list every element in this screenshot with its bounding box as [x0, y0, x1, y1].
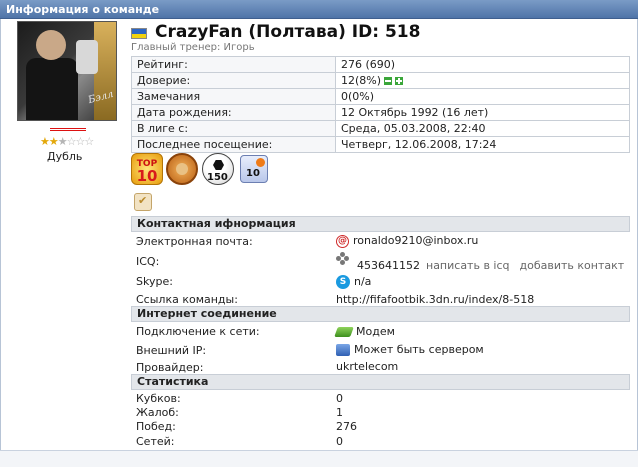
- at-sign-icon: @: [336, 234, 349, 248]
- icq-petal: [340, 260, 345, 265]
- info-value: Среда, 05.03.2008, 22:40: [335, 120, 630, 137]
- icq-value: 453641152: [357, 259, 420, 272]
- info-label: Замечания: [131, 88, 336, 105]
- stat-nets-label: Сетей:: [136, 435, 175, 448]
- icq-value-cell: [336, 252, 354, 266]
- skype-label: Skype:: [136, 275, 173, 288]
- info-row-remarks: Замечания 0(0%): [131, 88, 630, 105]
- info-row-last-visit: Последнее посещение: Четверг, 12.06.2008…: [131, 136, 630, 153]
- connection-label: Подключение к сети:: [136, 325, 260, 338]
- info-value-trust: 12(8%): [335, 72, 630, 89]
- info-value: 0(0%): [335, 88, 630, 105]
- team-info-table: Рейтинг: 276 (690) Доверие: 12(8%) Замеч…: [131, 56, 630, 153]
- skype-icon: S: [336, 275, 350, 289]
- external-ip-value-cell: Может быть сервером: [336, 343, 484, 356]
- connection-value-cell: Модем: [334, 325, 395, 338]
- rating-stars: ★★★☆☆☆: [40, 135, 94, 148]
- stat-nets-value: 0: [336, 435, 343, 448]
- star-icon-1: ★: [40, 135, 50, 148]
- external-ip-label: Внешний IP:: [136, 344, 207, 357]
- external-ip-value: Может быть сервером: [354, 343, 484, 356]
- info-value: 276 (690): [335, 56, 630, 73]
- info-row-trust: Доверие: 12(8%): [131, 72, 630, 89]
- photo-player-body: [26, 58, 78, 120]
- star-icon-2: ★: [48, 135, 59, 148]
- stat-cups-label: Кубков:: [136, 392, 181, 405]
- info-row-birthdate: Дата рождения: 12 Октябрь 1992 (16 лет): [131, 104, 630, 121]
- icq-add-link[interactable]: добавить контакт: [520, 259, 625, 272]
- coin-award-icon[interactable]: [166, 153, 198, 185]
- coin-award-center: [176, 163, 188, 175]
- computer-icon: [336, 344, 350, 356]
- star-icon-4: ☆: [66, 135, 77, 148]
- rank-label: Дубль: [47, 150, 83, 163]
- football-award-icon[interactable]: 150: [202, 153, 234, 185]
- info-label: Дата рождения:: [131, 104, 336, 121]
- top10-award-line2: 10: [136, 167, 158, 185]
- top10-award-icon[interactable]: TOP 10: [131, 153, 163, 185]
- coach-label: Главный тренер: Игорь: [131, 42, 255, 53]
- star-icon-6: ☆: [84, 135, 94, 148]
- email-label: Электронная почта:: [136, 235, 253, 248]
- window-title: Информация о команде: [6, 3, 160, 16]
- icq-write-link[interactable]: написать в icq: [426, 259, 510, 272]
- rating-divider: [50, 128, 86, 131]
- info-row-league-since: В лиге с: Среда, 05.03.2008, 22:40: [131, 120, 630, 137]
- section-contacts-header: Контактная ифнормация: [131, 216, 630, 232]
- stat-wins-label: Побед:: [136, 420, 176, 433]
- icq-flower-icon: [336, 252, 350, 266]
- trust-value: 12(8%): [341, 74, 382, 87]
- email-value[interactable]: ronaldo9210@inbox.ru: [353, 234, 478, 247]
- trust-minus-icon[interactable]: [384, 77, 393, 85]
- section-stats-header: Статистика: [131, 374, 630, 390]
- mail-award-count: 10: [246, 168, 260, 179]
- mail-award-icon[interactable]: 10: [240, 155, 268, 183]
- stat-wins-value: 276: [336, 420, 357, 433]
- info-label: Доверие:: [131, 72, 336, 89]
- flag-bottom-stripe: [132, 33, 146, 38]
- trust-plus-icon[interactable]: [395, 77, 404, 85]
- football-hex: [213, 160, 224, 170]
- team-link-label: Ссылка команды:: [136, 293, 238, 306]
- section-internet-header: Интернет соединение: [131, 306, 630, 322]
- icq-line: 453641152 написать в icq добавить контакт: [357, 259, 624, 272]
- info-value: Четверг, 12.06.2008, 17:24: [335, 136, 630, 153]
- check-award-icon[interactable]: [134, 193, 152, 211]
- provider-value: ukrtelecom: [336, 360, 399, 373]
- team-title: CrazyFan (Полтава) ID: 518: [155, 22, 421, 42]
- icq-petal: [344, 256, 349, 261]
- star-icon-3: ★: [57, 135, 68, 148]
- info-row-rating: Рейтинг: 276 (690): [131, 56, 630, 73]
- frame-bottom: [0, 450, 638, 467]
- football-award-count: 150: [207, 172, 228, 183]
- info-label: В лиге с:: [131, 120, 336, 137]
- info-value: 12 Октябрь 1992 (16 лет): [335, 104, 630, 121]
- photo-player-head: [36, 30, 66, 60]
- team-link-value[interactable]: http://fifafootbik.3dn.ru/index/8-518: [336, 293, 534, 306]
- email-value-cell: @ ronaldo9210@inbox.ru: [336, 234, 478, 248]
- mail-award-dot: [256, 158, 265, 167]
- stat-cups-value: 0: [336, 392, 343, 405]
- skype-value: n/a: [354, 275, 372, 288]
- window-title-bar: Информация о команде: [0, 0, 638, 19]
- stat-complaints-value: 1: [336, 406, 343, 419]
- info-label: Последнее посещение:: [131, 136, 336, 153]
- stat-complaints-label: Жалоб:: [136, 406, 179, 419]
- icq-label: ICQ:: [136, 255, 160, 268]
- skype-value-cell: Sn/a: [336, 275, 371, 289]
- info-label: Рейтинг:: [131, 56, 336, 73]
- team-photo[interactable]: Бэлл: [17, 21, 117, 121]
- modem-icon: [334, 327, 354, 337]
- ukraine-flag-icon: [131, 28, 147, 39]
- provider-label: Провайдер:: [136, 361, 204, 374]
- connection-value: Модем: [356, 325, 395, 338]
- photo-inset: [76, 40, 98, 74]
